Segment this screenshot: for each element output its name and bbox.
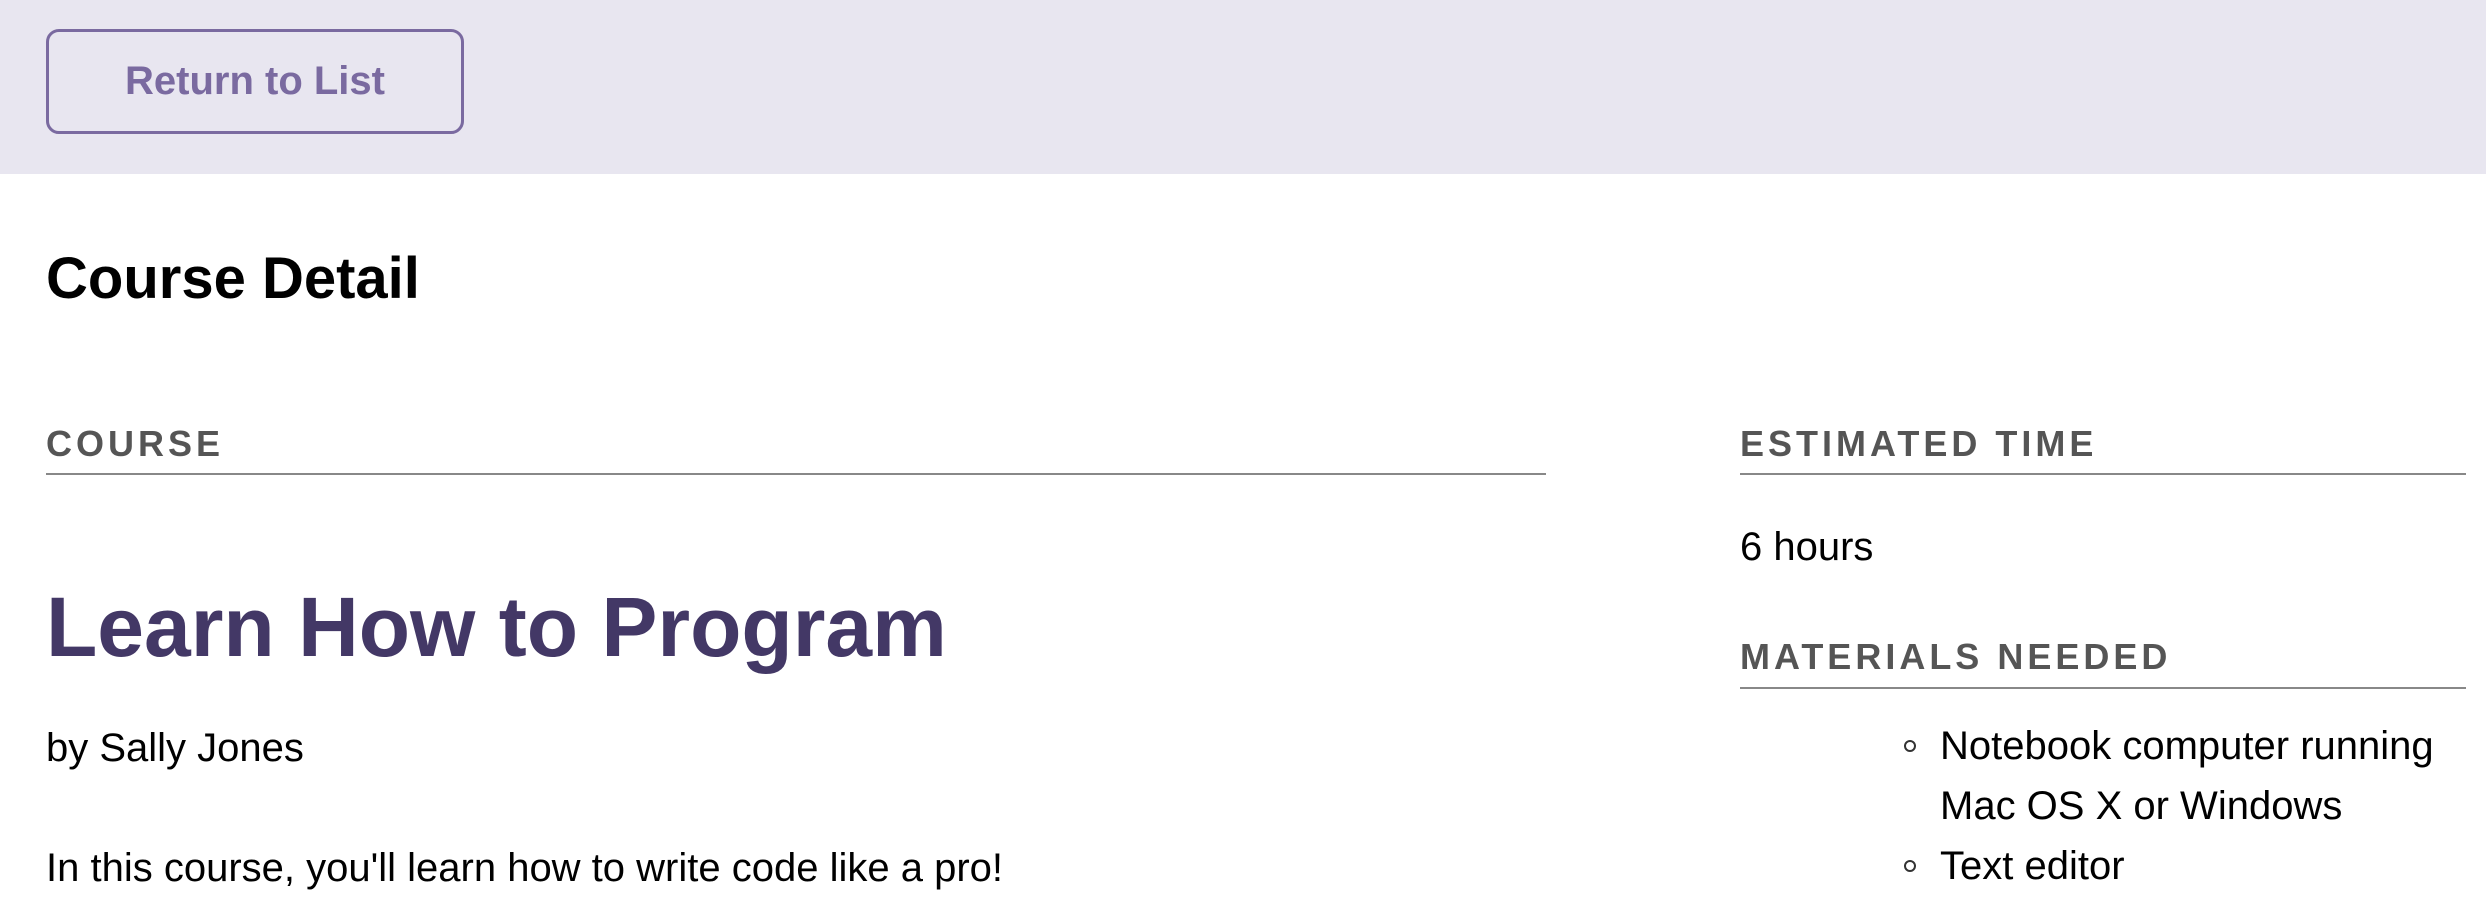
circle-bullet-icon: [1904, 740, 1916, 752]
materials-needed-divider: [1740, 687, 2466, 689]
estimated-time-divider: [1740, 473, 2466, 475]
material-text: Notebook computer running Mac OS X or Wi…: [1940, 724, 2434, 828]
return-to-list-button[interactable]: Return to List: [46, 29, 464, 134]
circle-bullet-icon: [1904, 860, 1916, 872]
course-author: by Sally Jones: [46, 726, 304, 770]
list-item: Notebook computer running Mac OS X or Wi…: [1904, 716, 2464, 836]
course-title: Learn How to Program: [46, 580, 947, 674]
materials-needed-label: MATERIALS NEEDED: [1740, 636, 2172, 677]
list-item: Text editor: [1904, 836, 2464, 896]
page-title: Course Detail: [46, 246, 420, 311]
material-text: Text editor: [1940, 844, 2125, 888]
estimated-time-value: 6 hours: [1740, 525, 1874, 569]
course-divider: [46, 473, 1546, 475]
top-bar: Return to List: [0, 0, 2486, 174]
estimated-time-label: ESTIMATED TIME: [1740, 423, 2098, 464]
course-section-label: COURSE: [46, 423, 225, 464]
course-description: In this course, you'll learn how to writ…: [46, 846, 1003, 890]
materials-list: Notebook computer running Mac OS X or Wi…: [1904, 716, 2464, 896]
